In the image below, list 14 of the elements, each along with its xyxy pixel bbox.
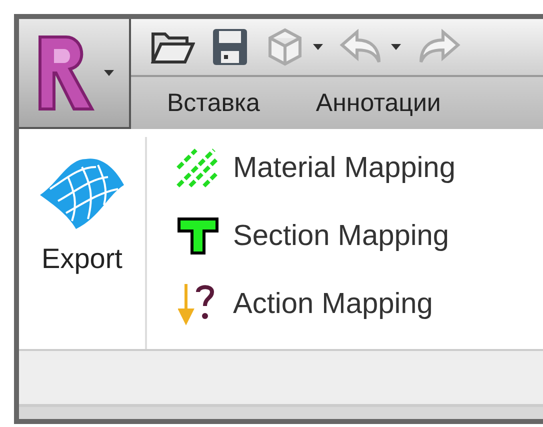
application-button[interactable] xyxy=(19,19,131,129)
ribbon-button[interactable]: Material Mapping xyxy=(175,143,456,193)
caret-icon xyxy=(313,44,323,50)
ribbon-button[interactable]: Action Mapping xyxy=(175,279,456,329)
save-icon[interactable] xyxy=(211,27,249,67)
caret-icon xyxy=(104,70,114,76)
hatch-icon xyxy=(176,148,220,188)
export-button[interactable]: Export xyxy=(19,137,147,349)
ribbon-tab[interactable]: Вставка xyxy=(167,90,260,116)
ribbon-button[interactable]: Section Mapping xyxy=(175,211,456,261)
folder-icon[interactable] xyxy=(151,30,195,64)
caret-icon xyxy=(391,44,401,50)
ribbon-tab[interactable]: Аннотации xyxy=(316,90,441,116)
t-section-icon xyxy=(177,217,219,255)
